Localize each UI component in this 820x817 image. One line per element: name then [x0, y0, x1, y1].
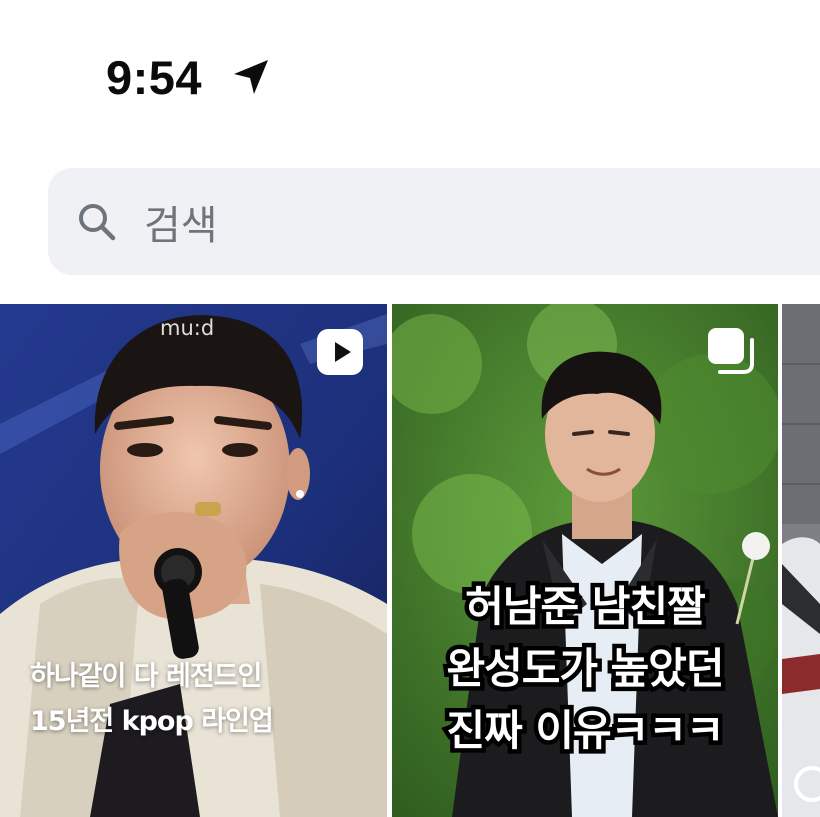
multiple-posts-icon — [708, 328, 754, 374]
location-arrow-icon — [234, 60, 268, 94]
search-bar[interactable]: 검색 — [48, 168, 820, 275]
tile-watermark: mu:d — [160, 316, 215, 340]
play-icon — [317, 329, 363, 375]
caption-line: 하나같이 다 레전드인 — [30, 661, 262, 692]
tile-caption: 허남준 남친짤 완성도가 높았던 진짜 이유ㅋㅋㅋ — [392, 576, 778, 762]
explore-grid: mu:d 하나같이 다 레전드인 15년전 kpop 라인업 허남준 남친짤 완… — [0, 304, 820, 817]
car-thumbnail — [782, 304, 820, 817]
caption-line: 완성도가 높았던 — [442, 640, 729, 698]
caption-line: 15년전 kpop 라인업 — [30, 706, 274, 737]
explore-tile-video[interactable]: mu:d 하나같이 다 레전드인 15년전 kpop 라인업 — [0, 304, 387, 817]
caption-line: 허남준 남친짤 — [461, 578, 710, 636]
search-placeholder: 검색 — [144, 203, 218, 249]
tile-caption: 하나같이 다 레전드인 15년전 kpop 라인업 — [30, 654, 274, 744]
explore-tile-partial[interactable] — [782, 304, 820, 817]
search-icon — [79, 204, 116, 241]
status-bar: 9:54 — [0, 0, 820, 140]
explore-tile-carousel[interactable]: 허남준 남친짤 완성도가 높았던 진짜 이유ㅋㅋㅋ — [392, 304, 778, 817]
caption-line: 진짜 이유ㅋㅋㅋ — [442, 702, 729, 760]
status-time: 9:54 — [106, 51, 203, 104]
